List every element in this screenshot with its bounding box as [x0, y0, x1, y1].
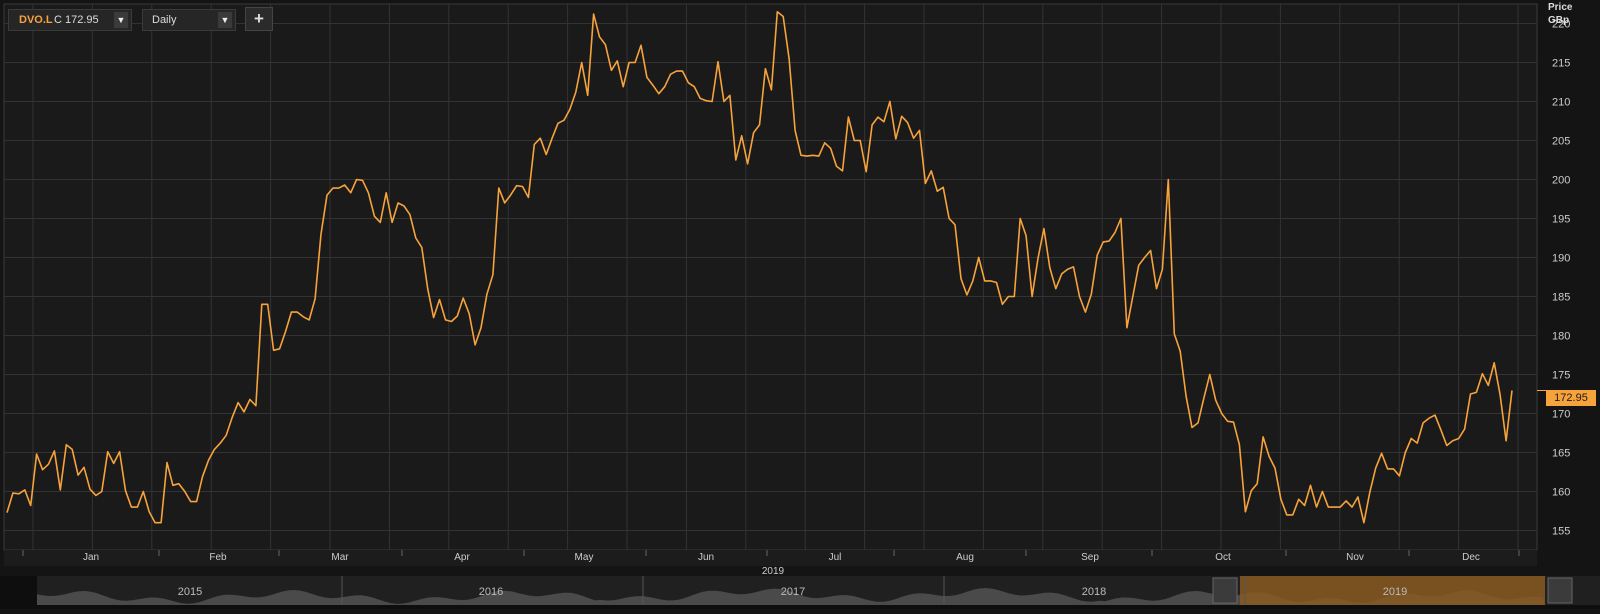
chart-screen: 155 160 165 170 175 180 185 190 195 200 205 210 215 2… — [0, 0, 1600, 609]
y-tick-label: 170 — [1552, 409, 1570, 421]
y-tick-label: 165 — [1552, 448, 1570, 460]
y-tick-label: 210 — [1552, 97, 1570, 109]
x-tick-label: Mar — [331, 552, 349, 563]
navigator-year-label: 2019 — [1383, 586, 1407, 598]
y-tick-label: 200 — [1552, 175, 1570, 187]
x-tick-label: Feb — [209, 552, 227, 563]
navigator-year-label: 2017 — [781, 586, 805, 598]
chevron-down-icon[interactable]: ▼ — [218, 12, 232, 28]
x-tick-label: Jan — [83, 552, 99, 563]
x-tick-label: Nov — [1346, 552, 1364, 563]
y-tick-label: 205 — [1552, 136, 1570, 148]
y-tick-label: 195 — [1552, 214, 1570, 226]
add-symbol-button[interactable]: + — [245, 7, 273, 31]
price-axis-header: Price GBp — [1548, 1, 1572, 27]
price-axis-label: Price — [1548, 2, 1573, 13]
x-axis-band — [4, 550, 1537, 566]
x-tick-label: Sep — [1081, 552, 1099, 563]
y-tick-label: 175 — [1552, 370, 1570, 382]
navigator-handle-left[interactable] — [1212, 577, 1238, 604]
chevron-down-icon[interactable]: ▼ — [114, 12, 128, 28]
close-value: 172.95 — [65, 14, 99, 26]
x-axis-year-label: 2019 — [762, 566, 785, 577]
x-tick-label: Jun — [698, 552, 714, 563]
x-tick-label: Apr — [454, 552, 470, 563]
last-price-badge: 172.95 — [1546, 390, 1596, 406]
x-tick-label: Oct — [1215, 552, 1231, 563]
y-tick-label: 185 — [1552, 292, 1570, 304]
interval-selector[interactable]: Daily ▼ — [142, 9, 236, 31]
ticker-symbol: DVO.L — [19, 14, 53, 26]
navigator-year-label: 2015 — [178, 586, 202, 598]
close-label: C — [54, 14, 62, 26]
interval-value: Daily — [152, 14, 177, 26]
y-tick-label: 155 — [1552, 526, 1570, 538]
y-tick-label: 160 — [1552, 487, 1570, 499]
y-tick-label: 190 — [1552, 253, 1570, 265]
price-unit-label: GBp — [1548, 15, 1570, 26]
x-tick-label: May — [575, 552, 594, 563]
navigator-year-label: 2016 — [479, 586, 503, 598]
x-tick-label: Dec — [1462, 552, 1480, 563]
close-price-readout: C 172.95 — [54, 10, 99, 30]
x-tick-label: Jul — [829, 552, 842, 563]
y-tick-label: 215 — [1552, 58, 1570, 70]
symbol-selector[interactable]: DVO.L C 172.95 ▼ — [8, 9, 132, 31]
navigator-year-label: 2018 — [1082, 586, 1106, 598]
x-tick-label: Aug — [956, 552, 974, 563]
price-chart: 155 160 165 170 175 180 185 190 195 200 205 210 215 2… — [0, 3, 1600, 609]
y-tick-label: 180 — [1552, 331, 1570, 343]
navigator-handle-right[interactable] — [1547, 577, 1573, 604]
